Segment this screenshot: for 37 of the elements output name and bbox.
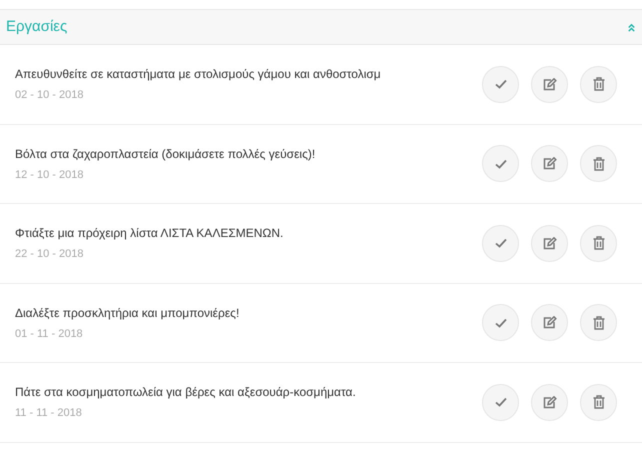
task-text: Βόλτα στα ζαχαροπλαστεία (δοκιμάσετε πολλές γεύσεις)! bbox=[15, 146, 316, 162]
delete-button[interactable] bbox=[580, 145, 617, 182]
edit-button[interactable] bbox=[531, 224, 568, 262]
collapse-icon[interactable] bbox=[627, 22, 636, 32]
task-text: Διαλέξτε προσκλητήρια και μπομπονιέρες! bbox=[15, 304, 240, 322]
delete-button[interactable] bbox=[580, 224, 617, 262]
delete-button[interactable] bbox=[580, 66, 617, 103]
check-icon bbox=[494, 158, 506, 169]
panel-title: Εργασίες bbox=[6, 16, 68, 37]
check-icon bbox=[494, 397, 506, 408]
trash-icon bbox=[592, 236, 604, 250]
task-date: 02 - 10 - 2018 bbox=[15, 88, 84, 103]
delete-button[interactable] bbox=[580, 384, 617, 421]
check-icon bbox=[494, 238, 506, 248]
edit-button[interactable] bbox=[531, 304, 568, 342]
task-date: 12 - 10 - 2018 bbox=[15, 168, 84, 182]
edit-button[interactable] bbox=[531, 384, 568, 421]
edit-icon bbox=[542, 78, 556, 91]
trash-icon bbox=[592, 316, 604, 330]
task-date: 22 - 10 - 2018 bbox=[15, 247, 84, 262]
edit-icon bbox=[542, 157, 556, 170]
task-text: Απευθυνθείτε σε καταστήματα με στολισμούς γάμου και ανθοστολισμ bbox=[15, 66, 382, 83]
trash-icon bbox=[592, 77, 604, 92]
task-date: 11 - 11 - 2018 bbox=[15, 406, 83, 421]
edit-button[interactable] bbox=[531, 145, 568, 182]
task-text: Πάτε στα κοσμηματοπωλεία για βέρες και αξεσουάρ-κοσμήματα. bbox=[15, 384, 357, 401]
edit-icon bbox=[542, 396, 556, 409]
check-icon bbox=[494, 318, 506, 328]
task-date: 01 - 11 - 2018 bbox=[15, 326, 84, 342]
delete-button[interactable] bbox=[580, 304, 617, 342]
trash-icon bbox=[592, 156, 604, 171]
edit-icon bbox=[542, 316, 556, 330]
check-icon bbox=[494, 79, 506, 90]
trash-icon bbox=[592, 395, 604, 410]
task-text: Φτιάξτε μια πρόχειρη λίστα ΛΙΣΤΑ ΚΑΛΕΣΜΕΝΩΝ. bbox=[15, 225, 284, 242]
edit-button[interactable] bbox=[531, 66, 568, 103]
edit-icon bbox=[542, 236, 556, 250]
